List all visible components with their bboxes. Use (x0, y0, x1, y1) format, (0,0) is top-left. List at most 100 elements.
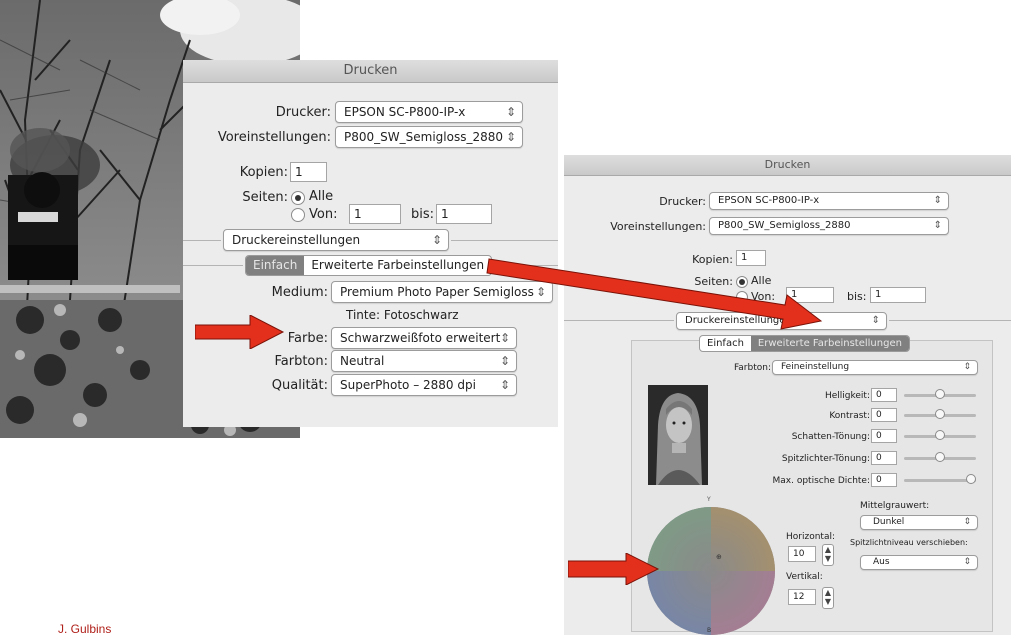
pages-to-input[interactable]: 1 (870, 287, 926, 303)
pages-all-label: Alle (309, 189, 334, 204)
arrow-to-tab-icon (486, 258, 823, 330)
tab-einfach[interactable]: Einfach (700, 336, 751, 351)
updown-icon: ⇕ (963, 517, 971, 527)
section-select-value: Druckereinstellungen (232, 233, 361, 247)
printer-label: Drucker: (275, 105, 331, 120)
tone-select-value: Neutral (340, 354, 385, 368)
copies-label: Kopien: (239, 165, 288, 180)
quality-label: Qualität: (271, 378, 328, 393)
slider-knob[interactable] (935, 389, 945, 399)
updown-icon: ⇕ (933, 195, 942, 206)
updown-icon: ⇕ (505, 105, 516, 119)
highlight-tone-input[interactable]: 0 (871, 451, 897, 465)
pages-to-label: bis: (411, 207, 435, 222)
horizontal-label: Horizontal: (786, 532, 835, 542)
arrow-to-wheel-icon (568, 553, 660, 585)
vertical-stepper[interactable]: ▲ ▼ (822, 587, 834, 609)
presets-select[interactable]: P800_SW_Semigloss_2880 ⇕ (335, 126, 523, 148)
printer-select[interactable]: EPSON SC-P800-IP-x ⇕ (335, 101, 523, 123)
pages-all-radio[interactable] (291, 191, 305, 205)
brightness-input[interactable]: 0 (871, 388, 897, 402)
highlight-shift-select[interactable]: Aus ⇕ (860, 555, 978, 570)
slider-knob[interactable] (935, 430, 945, 440)
midtone-select[interactable]: Dunkel ⇕ (860, 515, 978, 530)
color-circle[interactable]: Y B ⊕ (646, 496, 776, 635)
tab-bar: Einfach Erweiterte Farbeinstellungen (245, 255, 493, 276)
midtone-label: Mittelgrauwert: (860, 501, 930, 511)
presets-select-value: P800_SW_Semigloss_2880 (344, 130, 503, 144)
contrast-slider[interactable] (904, 409, 976, 420)
color-select-value: Schwarzweißfoto erweitert (340, 331, 501, 345)
contrast-input[interactable]: 0 (871, 408, 897, 422)
highlight-shift-label: Spitzlichtniveau verschieben: (850, 538, 968, 547)
vertical-input[interactable]: 12 (788, 589, 816, 605)
horizontal-input[interactable]: 10 (788, 546, 816, 562)
printer-select[interactable]: EPSON SC-P800-IP-x ⇕ (709, 192, 949, 210)
tab-einfach[interactable]: Einfach (246, 256, 305, 275)
divider-right (451, 240, 558, 241)
tab-bar: Einfach Erweiterte Farbeinstellungen (699, 335, 910, 352)
medium-label: Medium: (271, 285, 328, 300)
quality-select[interactable]: SuperPhoto – 2880 dpi ⇕ (331, 374, 517, 396)
color-label: Farbe: (287, 331, 328, 346)
updown-icon: ⇕ (499, 378, 510, 392)
shadow-tone-label: Schatten-Tönung: (791, 432, 870, 442)
divider-left (183, 240, 221, 241)
max-density-label: Max. optische Dichte: (772, 476, 871, 486)
arrow-to-farbe-icon (195, 315, 285, 349)
ink-text: Tinte: Fotoschwarz (346, 308, 459, 322)
pages-label: Seiten: (242, 190, 288, 205)
section-select[interactable]: Druckereinstellungen ⇕ (223, 229, 449, 251)
presets-label: Voreinstellungen: (610, 220, 706, 233)
highlight-shift-select-value: Aus (873, 557, 890, 567)
divider-right (889, 320, 1011, 321)
wheel-center-marker[interactable]: ⊕ (716, 553, 722, 561)
tone-label: Farbton: (733, 363, 771, 373)
tab-divider-left (183, 265, 243, 266)
tone-select[interactable]: Neutral ⇕ (331, 350, 517, 372)
vertical-label: Vertikal: (786, 572, 823, 582)
author-credit: J. Gulbins (58, 622, 112, 636)
slider-knob[interactable] (935, 409, 945, 419)
horizontal-stepper[interactable]: ▲ ▼ (822, 544, 834, 566)
updown-icon: ⇕ (431, 233, 442, 247)
shadow-tone-input[interactable]: 0 (871, 429, 897, 443)
highlight-tone-slider[interactable] (904, 452, 976, 463)
print-dialog-basic: Drucken Drucker: EPSON SC-P800-IP-x ⇕ Vor… (183, 60, 558, 427)
brightness-slider[interactable] (904, 389, 976, 400)
tone-label: Farbton: (274, 354, 328, 369)
copies-input[interactable]: 1 (290, 162, 327, 182)
pages-to-input[interactable]: 1 (436, 204, 492, 224)
pages-to-label: bis: (847, 290, 867, 303)
tab-erweitert[interactable]: Erweiterte Farbeinstellungen (750, 336, 909, 351)
pages-from-radio[interactable] (291, 208, 305, 222)
wheel-bottom-label: B (707, 627, 712, 634)
presets-select-value: P800_SW_Semigloss_2880 (718, 220, 851, 231)
presets-select[interactable]: P800_SW_Semigloss_2880 ⇕ (709, 217, 949, 235)
updown-icon: ⇕ (505, 130, 516, 144)
brightness-label: Helligkeit: (824, 391, 870, 401)
midtone-select-value: Dunkel (873, 517, 905, 527)
wheel-top-label: Y (707, 496, 711, 503)
printer-label: Drucker: (659, 195, 706, 208)
highlight-tone-label: Spitzlichter-Tönung: (781, 454, 870, 464)
max-density-slider[interactable] (904, 474, 976, 485)
tone-select-value: Feineinstellung (781, 362, 850, 372)
updown-icon: ⇕ (499, 354, 510, 368)
max-density-input[interactable]: 0 (871, 473, 897, 487)
updown-icon: ⇕ (963, 557, 971, 567)
dialog-title: Drucken (564, 155, 1011, 176)
printer-select-value: EPSON SC-P800-IP-x (344, 105, 466, 119)
updown-icon: ⇕ (963, 362, 971, 372)
updown-icon: ⇕ (933, 220, 942, 231)
tone-select[interactable]: Feineinstellung ⇕ (772, 360, 978, 375)
slider-knob[interactable] (935, 452, 945, 462)
tab-erweitert[interactable]: Erweiterte Farbeinstellungen (304, 256, 491, 275)
pages-from-input[interactable]: 1 (349, 204, 401, 224)
contrast-label: Kontrast: (829, 411, 870, 421)
preview-image (648, 385, 708, 485)
quality-select-value: SuperPhoto – 2880 dpi (340, 378, 476, 392)
shadow-tone-slider[interactable] (904, 430, 976, 441)
slider-knob[interactable] (966, 474, 976, 484)
printer-select-value: EPSON SC-P800-IP-x (718, 195, 820, 206)
